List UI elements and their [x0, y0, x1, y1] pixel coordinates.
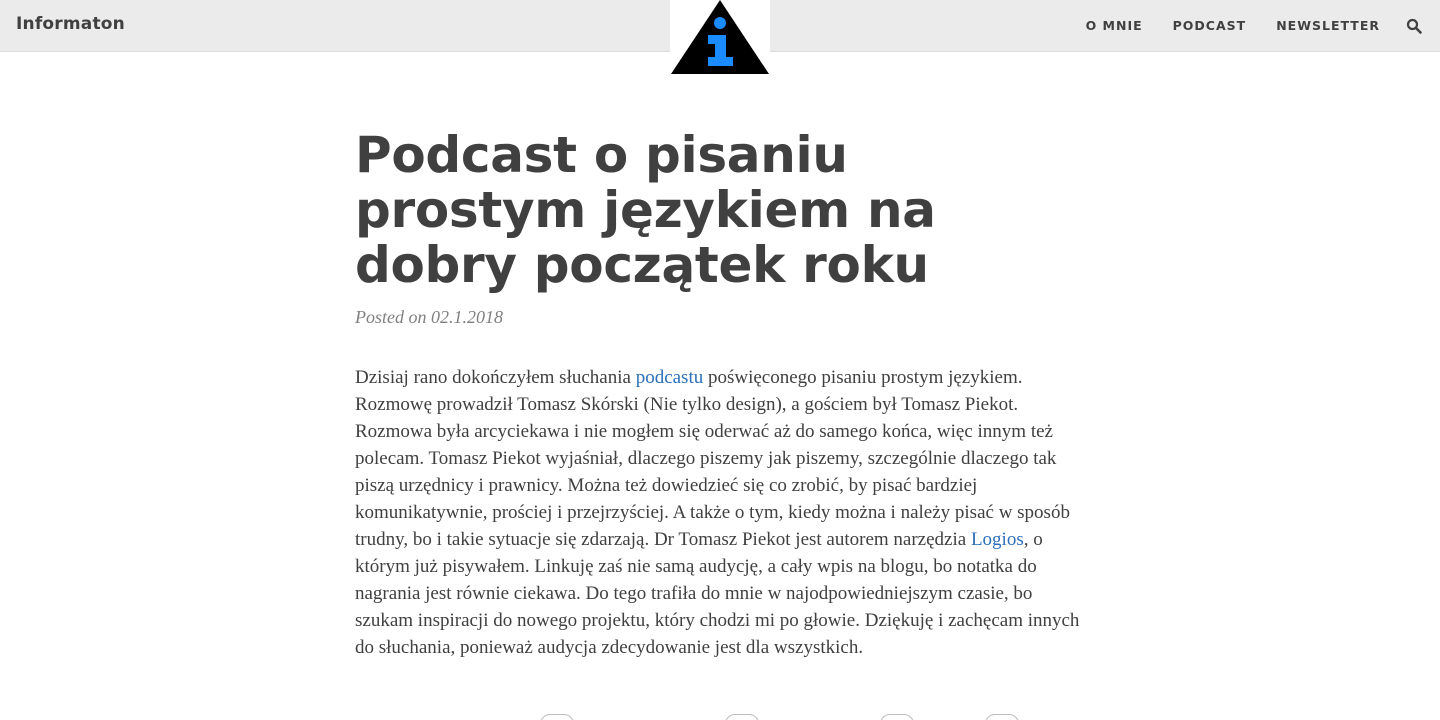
- nav-link-o-mnie[interactable]: O MNIE: [1086, 18, 1143, 33]
- post-body-text: Dzisiaj rano dokończyłem słuchania: [355, 367, 636, 388]
- logios-link[interactable]: Logios: [971, 529, 1024, 550]
- post-body-text: poświęconego pisaniu prostym językiem. R…: [355, 367, 1070, 550]
- post-article: Podcast o pisaniu prostym językiem na do…: [355, 128, 1090, 680]
- share-button[interactable]: [725, 714, 759, 720]
- podcast-link[interactable]: podcastu: [636, 367, 704, 388]
- post-title: Podcast o pisaniu prostym językiem na do…: [355, 126, 936, 294]
- brand-link[interactable]: Informaton: [16, 14, 125, 34]
- post-date: Posted on 02.1.2018: [355, 307, 503, 327]
- post-body: Dzisiaj rano dokończyłem słuchania podca…: [355, 364, 1095, 661]
- information-triangle-icon: [671, 0, 769, 74]
- site-logo[interactable]: [670, 0, 770, 76]
- nav-link-podcast[interactable]: PODCAST: [1173, 18, 1247, 33]
- share-button[interactable]: [985, 714, 1019, 720]
- search-icon[interactable]: [1406, 18, 1422, 34]
- nav-link-newsletter[interactable]: NEWSLETTER: [1276, 18, 1380, 33]
- top-navbar: Informaton O MNIE PODCAST NEWSLETTER: [0, 0, 1440, 76]
- share-button[interactable]: [540, 714, 574, 720]
- share-button[interactable]: [880, 714, 914, 720]
- share-buttons-row: [500, 714, 1040, 720]
- main-nav: O MNIE PODCAST NEWSLETTER: [1086, 18, 1380, 33]
